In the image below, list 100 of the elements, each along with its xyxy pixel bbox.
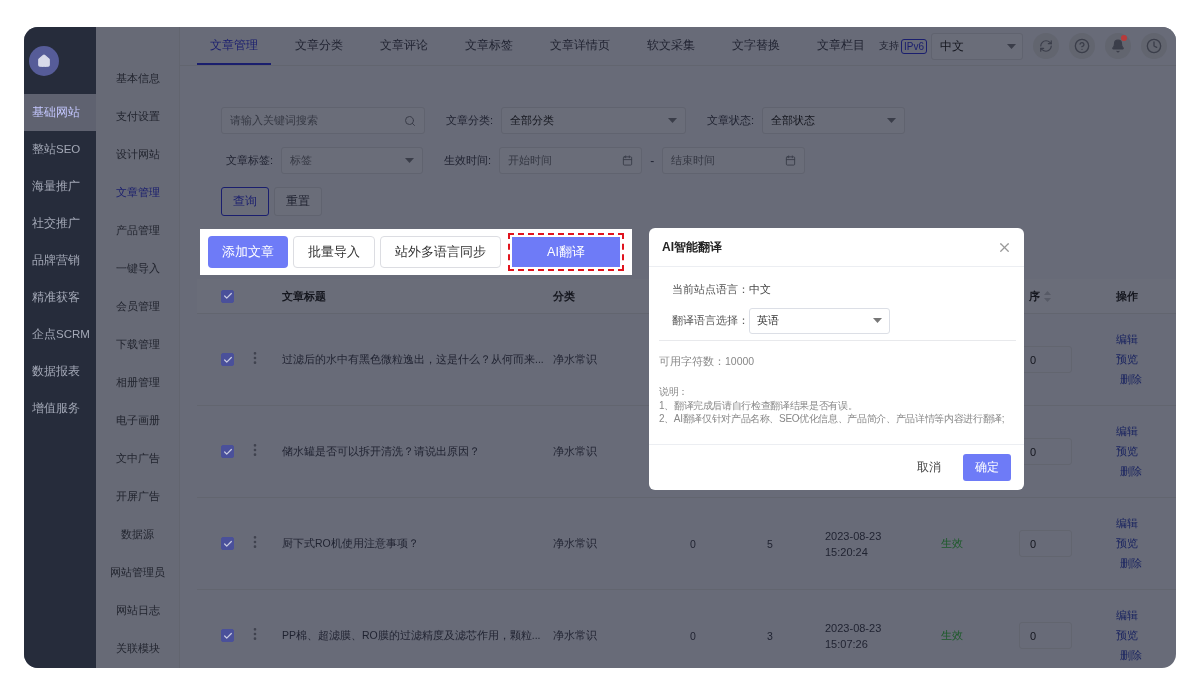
toolbar-button[interactable]: 站外多语言同步 bbox=[380, 236, 501, 268]
date-cell-text: 2023-08-23 15:07:26 bbox=[825, 620, 882, 652]
subnav-item[interactable]: 数据源 bbox=[96, 515, 179, 553]
tab[interactable]: 文章评论 bbox=[367, 27, 441, 65]
home-button[interactable] bbox=[29, 45, 59, 76]
table-cell: 0 bbox=[690, 629, 696, 642]
checkbox[interactable] bbox=[221, 629, 234, 642]
action-link[interactable]: 编辑 bbox=[1116, 332, 1138, 347]
dialog-title: AI智能翻译 bbox=[662, 238, 722, 256]
refresh-button[interactable] bbox=[1033, 33, 1059, 59]
checkbox[interactable] bbox=[221, 353, 234, 366]
check-icon bbox=[222, 630, 233, 641]
subnav-item[interactable]: 会员管理 bbox=[96, 287, 179, 325]
subnav-item[interactable]: 产品管理 bbox=[96, 211, 179, 249]
toolbar-button[interactable]: AI翻译 bbox=[508, 233, 624, 271]
support-label: 支持 bbox=[879, 39, 899, 53]
title-cell: 过滤后的水中有黑色微粒逸出，这是什么？从何而来... bbox=[282, 352, 544, 367]
notification-button[interactable] bbox=[1105, 33, 1131, 59]
quota-text: 可用字符数：10000 bbox=[659, 355, 756, 369]
subnav-item[interactable]: 关联模块 bbox=[96, 629, 179, 667]
language-select[interactable]: 中文 bbox=[931, 33, 1023, 60]
clock-icon bbox=[1146, 38, 1162, 54]
checkbox[interactable] bbox=[221, 289, 234, 303]
table-cell: 0 bbox=[690, 537, 696, 550]
caret-icon bbox=[1007, 44, 1016, 49]
calendar-icon bbox=[785, 155, 797, 166]
sidebar-item[interactable]: 数据报表 bbox=[24, 353, 96, 390]
tab[interactable]: 文字替换 bbox=[719, 27, 793, 65]
action-link[interactable]: 预览 bbox=[1116, 536, 1138, 551]
field-value: 中文 bbox=[749, 282, 771, 297]
filter-label: 生效时间: bbox=[444, 153, 492, 168]
reset-button[interactable]: 重置 bbox=[274, 187, 322, 216]
sidebar-item[interactable]: 基础网站 bbox=[24, 94, 96, 131]
note-text: 1、翻译完成后请自行检查翻译结果是否有误。 bbox=[659, 398, 858, 412]
tab[interactable]: 软文采集 bbox=[634, 27, 708, 65]
sort-input[interactable]: 0 bbox=[1019, 622, 1072, 649]
subnav-item[interactable]: 文中广告 bbox=[96, 439, 179, 477]
field-label: 当前站点语言： bbox=[672, 282, 749, 297]
query-button[interactable]: 查询 bbox=[221, 187, 269, 216]
action-link[interactable]: 删除 bbox=[1120, 464, 1142, 479]
table-cell: 5 bbox=[767, 537, 773, 550]
action-link[interactable]: 预览 bbox=[1116, 444, 1138, 459]
action-link[interactable]: 删除 bbox=[1120, 648, 1142, 663]
search-icon bbox=[404, 114, 416, 127]
subnav-item[interactable]: 设计网站 bbox=[96, 135, 179, 173]
column-header[interactable]: 序 bbox=[1029, 288, 1040, 304]
checkbox[interactable] bbox=[221, 445, 234, 458]
toolbar-button[interactable]: 批量导入 bbox=[293, 236, 375, 268]
help-icon bbox=[1074, 38, 1090, 54]
sidebar-item[interactable]: 社交推广 bbox=[24, 205, 96, 242]
action-link[interactable]: 删除 bbox=[1120, 372, 1142, 387]
check-icon bbox=[222, 446, 233, 457]
subnav-item[interactable]: 电子画册 bbox=[96, 401, 179, 439]
confirm-button[interactable]: 确定 bbox=[963, 454, 1011, 481]
refresh-icon bbox=[1039, 39, 1053, 53]
column-header: 操作 bbox=[1115, 288, 1139, 304]
tab[interactable]: 文章标签 bbox=[452, 27, 526, 65]
category-select[interactable]: 全部分类 bbox=[501, 107, 687, 134]
subnav-item[interactable]: 下载管理 bbox=[96, 325, 179, 363]
column-header: 分类 bbox=[553, 288, 576, 304]
note-text: 2、AI翻译仅针对产品名称、SEO优化信息、产品简介、产品详情等内容进行翻译; bbox=[659, 412, 1005, 426]
sidebar-item[interactable]: 增值服务 bbox=[24, 390, 96, 427]
clock-button[interactable] bbox=[1141, 33, 1167, 59]
toolbar-button[interactable]: 添加文章 bbox=[208, 236, 288, 268]
home-icon bbox=[37, 53, 51, 68]
filter-label: 文章标签: bbox=[226, 153, 274, 168]
action-link[interactable]: 编辑 bbox=[1116, 516, 1138, 531]
subnav-item[interactable]: 网站日志 bbox=[96, 591, 179, 629]
subnav-item[interactable]: 开屏广告 bbox=[96, 477, 179, 515]
action-link[interactable]: 编辑 bbox=[1116, 424, 1138, 439]
tab[interactable]: 文章栏目 bbox=[804, 27, 878, 65]
language-select[interactable]: 英语 bbox=[749, 307, 890, 334]
title-cell: 储水罐是否可以拆开清洗？请说出原因？ bbox=[282, 444, 480, 459]
caret-icon bbox=[887, 118, 897, 123]
sidebar-item[interactable]: 整站SEO bbox=[24, 131, 96, 168]
sidebar-item[interactable]: 企点SCRM bbox=[24, 316, 96, 353]
date-cell-text: 2023-08-23 15:20:24 bbox=[825, 528, 882, 560]
subnav-item[interactable]: 基本信息 bbox=[96, 59, 179, 97]
action-link[interactable]: 预览 bbox=[1116, 628, 1138, 643]
status-select[interactable]: 全部状态 bbox=[762, 107, 906, 134]
filter-label: 文章分类: bbox=[446, 113, 494, 128]
subnav-item[interactable]: 支付设置 bbox=[96, 97, 179, 135]
note-text: 说明： bbox=[659, 385, 688, 399]
help-button[interactable] bbox=[1069, 33, 1095, 59]
sidebar-item[interactable]: 品牌营销 bbox=[24, 242, 96, 279]
subnav-item[interactable]: 网站管理员 bbox=[96, 553, 179, 591]
cancel-button[interactable]: 取消 bbox=[917, 460, 941, 475]
sidebar-item[interactable]: 海量推广 bbox=[24, 168, 96, 205]
sidebar-item[interactable]: 精准获客 bbox=[24, 279, 96, 316]
status-text: 生效 bbox=[941, 628, 963, 643]
sort-input[interactable]: 0 bbox=[1019, 530, 1072, 557]
action-link[interactable]: 删除 bbox=[1120, 556, 1142, 571]
tab[interactable]: 文章分类 bbox=[282, 27, 356, 65]
checkbox[interactable] bbox=[221, 537, 234, 550]
tab[interactable]: 文章详情页 bbox=[537, 27, 623, 65]
subnav-item[interactable]: 相册管理 bbox=[96, 363, 179, 401]
action-link[interactable]: 编辑 bbox=[1116, 608, 1138, 623]
action-link[interactable]: 预览 bbox=[1116, 352, 1138, 367]
tab[interactable]: 文章管理 bbox=[197, 27, 271, 65]
subnav-item[interactable]: 文章管理 bbox=[96, 173, 179, 211]
